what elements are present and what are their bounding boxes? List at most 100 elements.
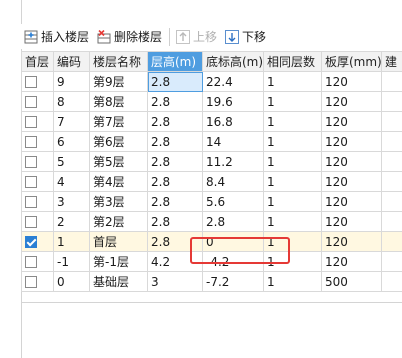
- delete-floor-button[interactable]: 删除楼层: [94, 26, 165, 48]
- same-floor-count-cell[interactable]: 1: [263, 131, 322, 152]
- floor-name-cell[interactable]: 第9层: [89, 71, 148, 92]
- floor-height-cell[interactable]: 2.8: [147, 211, 203, 232]
- bottom-elevation-cell[interactable]: 5.6: [202, 191, 264, 212]
- floor-height-cell[interactable]: 2.8: [147, 91, 203, 112]
- bottom-elevation-cell[interactable]: 19.6: [202, 91, 264, 112]
- first-floor-checkbox[interactable]: [25, 156, 37, 168]
- floor-code-cell[interactable]: 8: [53, 91, 90, 112]
- floor-code-cell[interactable]: 6: [53, 131, 90, 152]
- truncated-column-cell[interactable]: [381, 171, 402, 192]
- move-down-button[interactable]: 下移: [222, 26, 269, 48]
- bottom-elevation-cell[interactable]: 8.4: [202, 171, 264, 192]
- truncated-column-cell[interactable]: [381, 91, 402, 112]
- floor-name-cell[interactable]: 第-1层: [89, 251, 148, 272]
- floor-code-cell[interactable]: 5: [53, 151, 90, 172]
- table-row[interactable]: 8 第8层 2.8 19.6 1 120: [21, 91, 402, 112]
- bottom-elevation-cell[interactable]: 16.8: [202, 111, 264, 132]
- insert-floor-button[interactable]: 插入楼层: [21, 26, 92, 48]
- table-row[interactable]: 2 第2层 2.8 2.8 1 120: [21, 211, 402, 232]
- floor-code-cell[interactable]: 2: [53, 211, 90, 232]
- move-up-button[interactable]: 上移: [173, 26, 220, 48]
- first-floor-checkbox[interactable]: [25, 216, 37, 228]
- truncated-column-cell[interactable]: [381, 111, 402, 132]
- floor-code-cell[interactable]: 1: [53, 231, 90, 252]
- truncated-column-cell[interactable]: [381, 191, 402, 212]
- slab-thickness-cell[interactable]: 120: [321, 71, 382, 92]
- column-header-truncated[interactable]: 建: [381, 51, 402, 72]
- floor-height-cell[interactable]: 2.8: [147, 231, 203, 252]
- first-floor-checkbox[interactable]: [25, 116, 37, 128]
- floor-height-cell[interactable]: 2.8: [147, 131, 203, 152]
- floor-name-cell[interactable]: 首层: [89, 231, 148, 252]
- same-floor-count-cell[interactable]: 1: [263, 71, 322, 92]
- table-row[interactable]: 0 基础层 3 -7.2 1 500: [21, 271, 402, 292]
- column-header-floor-height[interactable]: 层高(m): [147, 51, 203, 72]
- floor-code-cell[interactable]: 9: [53, 71, 90, 92]
- same-floor-count-cell[interactable]: 1: [263, 231, 322, 252]
- slab-thickness-cell[interactable]: 120: [321, 111, 382, 132]
- floor-code-cell[interactable]: 0: [53, 271, 90, 292]
- floor-name-cell[interactable]: 第3层: [89, 191, 148, 212]
- column-header-bottom-elevation[interactable]: 底标高(m): [202, 51, 264, 72]
- column-header-slab-thickness[interactable]: 板厚(mm): [321, 51, 382, 72]
- first-floor-checkbox[interactable]: [25, 176, 37, 188]
- slab-thickness-cell[interactable]: 120: [321, 151, 382, 172]
- first-floor-checkbox[interactable]: [25, 236, 37, 248]
- floor-height-cell[interactable]: 2.8: [147, 191, 203, 212]
- bottom-elevation-cell[interactable]: -4.2: [202, 251, 264, 272]
- floor-name-cell[interactable]: 第5层: [89, 151, 148, 172]
- column-header-first-floor[interactable]: 首层: [21, 51, 54, 72]
- same-floor-count-cell[interactable]: 1: [263, 171, 322, 192]
- table-row[interactable]: 9 第9层 2.8 22.4 1 120: [21, 71, 402, 92]
- floor-name-cell[interactable]: 基础层: [89, 271, 148, 292]
- bottom-elevation-cell[interactable]: 2.8: [202, 211, 264, 232]
- floor-name-cell[interactable]: 第7层: [89, 111, 148, 132]
- floor-name-cell[interactable]: 第8层: [89, 91, 148, 112]
- column-header-same-floor-count[interactable]: 相同层数: [263, 51, 322, 72]
- bottom-elevation-cell[interactable]: 11.2: [202, 151, 264, 172]
- floor-height-cell[interactable]: 2.8: [147, 71, 203, 92]
- first-floor-checkbox[interactable]: [25, 96, 37, 108]
- first-floor-checkbox[interactable]: [25, 76, 37, 88]
- first-floor-checkbox[interactable]: [25, 136, 37, 148]
- first-floor-checkbox[interactable]: [25, 256, 37, 268]
- table-row[interactable]: 3 第3层 2.8 5.6 1 120: [21, 191, 402, 212]
- truncated-column-cell[interactable]: [381, 211, 402, 232]
- same-floor-count-cell[interactable]: 1: [263, 251, 322, 272]
- floor-code-cell[interactable]: 4: [53, 171, 90, 192]
- floor-name-cell[interactable]: 第2层: [89, 211, 148, 232]
- same-floor-count-cell[interactable]: 1: [263, 91, 322, 112]
- truncated-column-cell[interactable]: [381, 271, 402, 292]
- truncated-column-cell[interactable]: [381, 71, 402, 92]
- truncated-column-cell[interactable]: [381, 151, 402, 172]
- same-floor-count-cell[interactable]: 1: [263, 151, 322, 172]
- slab-thickness-cell[interactable]: 120: [321, 211, 382, 232]
- first-floor-checkbox[interactable]: [25, 196, 37, 208]
- slab-thickness-cell[interactable]: 120: [321, 191, 382, 212]
- same-floor-count-cell[interactable]: 1: [263, 211, 322, 232]
- slab-thickness-cell[interactable]: 500: [321, 271, 382, 292]
- table-row[interactable]: 1 首层 2.8 0 1 120: [21, 231, 402, 252]
- same-floor-count-cell[interactable]: 1: [263, 191, 322, 212]
- table-row[interactable]: 5 第5层 2.8 11.2 1 120: [21, 151, 402, 172]
- bottom-elevation-cell[interactable]: 0: [202, 231, 264, 252]
- floor-height-cell[interactable]: 3: [147, 271, 203, 292]
- bottom-elevation-cell[interactable]: 22.4: [202, 71, 264, 92]
- column-header-floor-name[interactable]: 楼层名称: [89, 51, 148, 72]
- table-row[interactable]: 6 第6层 2.8 14 1 120: [21, 131, 402, 152]
- first-floor-checkbox[interactable]: [25, 276, 37, 288]
- bottom-elevation-cell[interactable]: -7.2: [202, 271, 264, 292]
- same-floor-count-cell[interactable]: 1: [263, 111, 322, 132]
- bottom-elevation-cell[interactable]: 14: [202, 131, 264, 152]
- slab-thickness-cell[interactable]: 120: [321, 131, 382, 152]
- floor-code-cell[interactable]: -1: [53, 251, 90, 272]
- floor-name-cell[interactable]: 第4层: [89, 171, 148, 192]
- truncated-column-cell[interactable]: [381, 231, 402, 252]
- same-floor-count-cell[interactable]: 1: [263, 271, 322, 292]
- floor-name-cell[interactable]: 第6层: [89, 131, 148, 152]
- slab-thickness-cell[interactable]: 120: [321, 91, 382, 112]
- floor-height-cell[interactable]: 2.8: [147, 151, 203, 172]
- floor-height-cell[interactable]: 2.8: [147, 111, 203, 132]
- slab-thickness-cell[interactable]: 120: [321, 171, 382, 192]
- slab-thickness-cell[interactable]: 120: [321, 231, 382, 252]
